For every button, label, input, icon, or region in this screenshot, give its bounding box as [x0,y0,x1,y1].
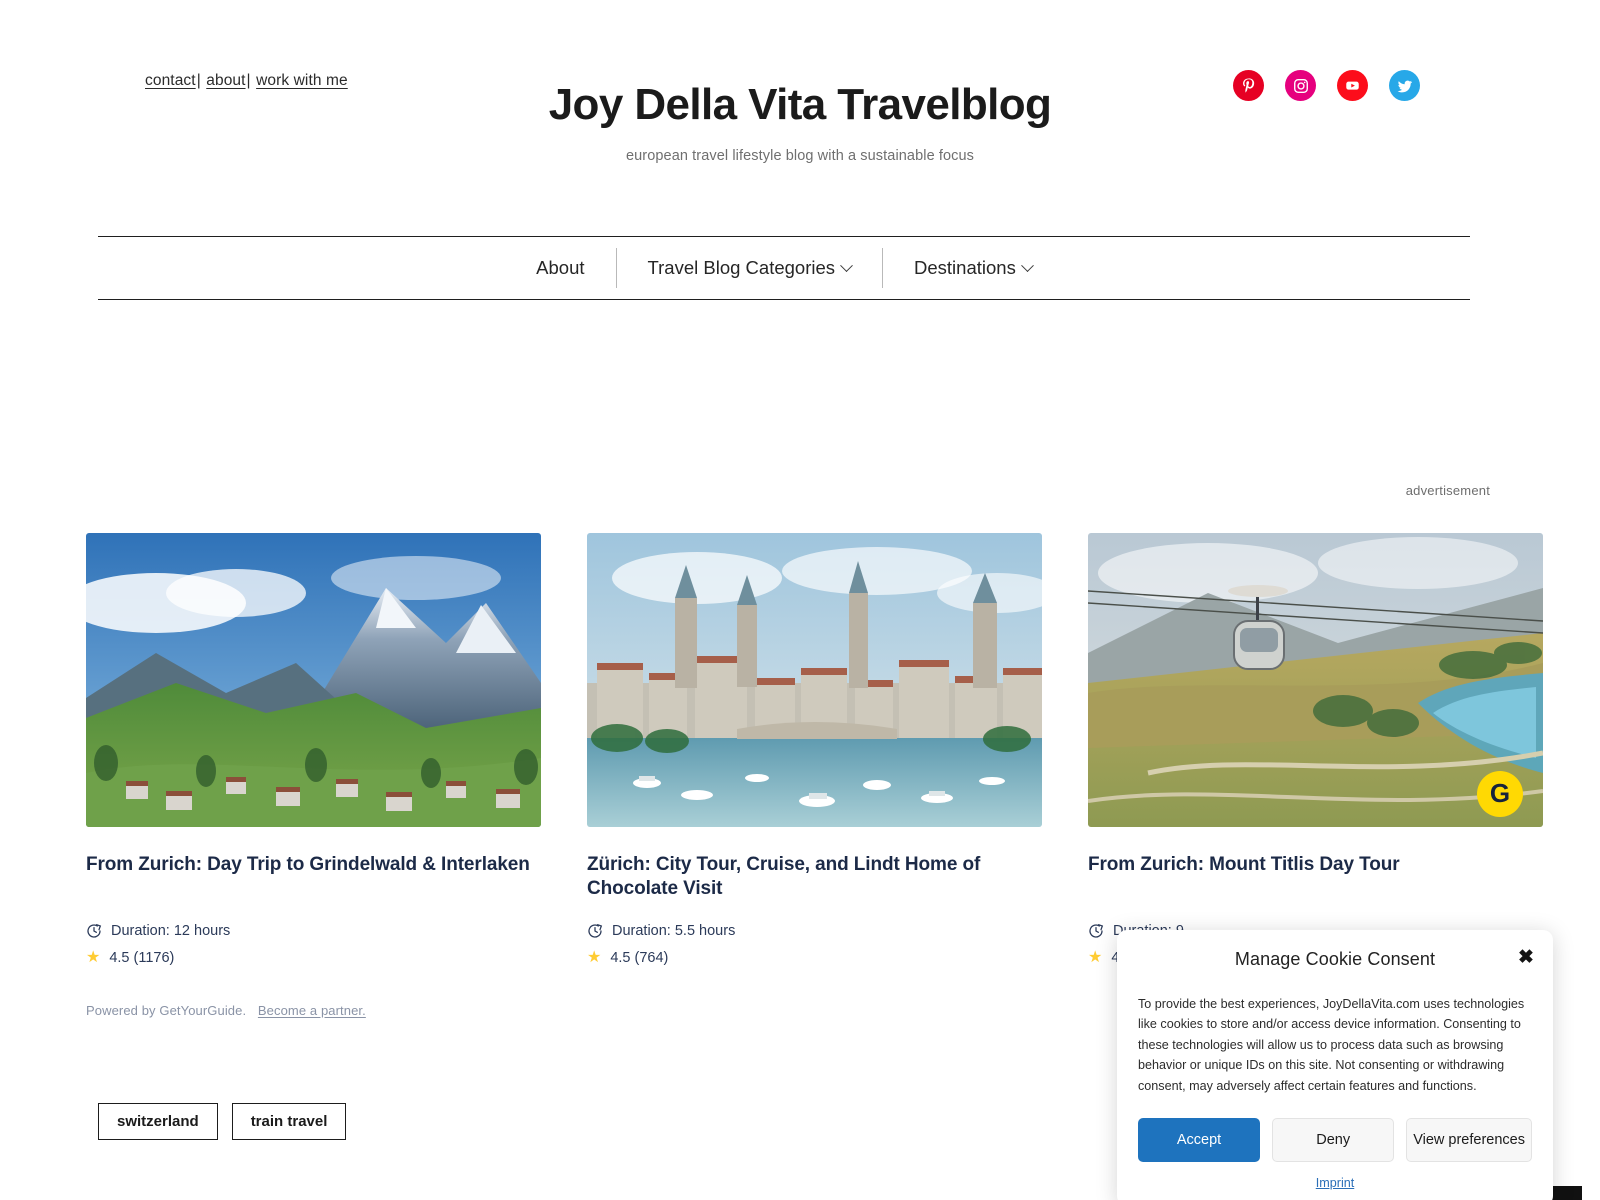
tour-rating-row: ★ 4.5 (764) [587,949,1042,967]
nav-item-travel-blog-categories-label: Travel Blog Categories [647,257,836,278]
tour-card[interactable]: G From Zurich: Mount Titlis Day Tour Dur… [1088,533,1543,966]
gyg-powered-by-label: Powered by GetYourGuide. [86,1003,247,1018]
pinterest-icon[interactable] [1233,70,1264,101]
close-icon[interactable]: ✖ [1518,948,1534,967]
gyg-attribution: Powered by GetYourGuide. Become a partne… [86,1003,366,1018]
imprint-link[interactable]: Imprint [1316,1176,1355,1190]
view-preferences-button[interactable]: View preferences [1406,1117,1532,1162]
tour-card-image[interactable]: G [1088,533,1543,827]
nav-item-destinations-label: Destinations [914,257,1016,278]
star-icon: ★ [86,949,101,966]
duration-icon [588,924,603,938]
tag-train-travel[interactable]: train travel [231,1103,347,1140]
cookie-consent-title: Manage Cookie Consent [1234,949,1436,969]
tour-rating-label: 4.5 (1176) [109,950,175,966]
chevron-down-icon [840,258,853,272]
nav-item-about[interactable]: About [505,257,615,279]
tour-card-image[interactable] [86,533,541,827]
tour-card-title[interactable]: From Zurich: Mount Titlis Day Tour [1088,853,1543,877]
getyourguide-widget: From Zurich: Day Trip to Grindelwald & I… [86,533,1543,1018]
deny-button[interactable]: Deny [1272,1117,1395,1162]
gyg-become-partner-link[interactable]: Become a partner. [258,1003,366,1018]
tour-duration-row: Duration: 12 hours [86,923,541,939]
tour-card[interactable]: Zürich: City Tour, Cruise, and Lindt Hom… [587,533,1042,966]
nav-item-travel-blog-categories[interactable]: Travel Blog Categories [617,257,882,279]
instagram-icon[interactable] [1285,70,1316,101]
tour-duration-row: Duration: 5.5 hours [587,923,1042,939]
tour-card-image[interactable] [587,533,1042,827]
youtube-icon[interactable] [1337,70,1368,101]
tour-card-title[interactable]: From Zurich: Day Trip to Grindelwald & I… [86,853,541,877]
cookie-consent-actions: Accept Deny View preferences [1138,1117,1532,1162]
tour-card-title[interactable]: Zürich: City Tour, Cruise, and Lindt Hom… [587,853,1042,902]
twitter-icon[interactable] [1389,70,1420,101]
duration-icon [1089,924,1104,938]
nav-item-destinations[interactable]: Destinations [883,257,1063,279]
tour-duration-label: Duration: 12 hours [111,923,231,939]
tour-card[interactable]: From Zurich: Day Trip to Grindelwald & I… [86,533,541,1018]
cookie-consent-body: To provide the best experiences, JoyDell… [1138,997,1525,1093]
star-icon: ★ [1088,949,1103,966]
duration-icon [87,924,102,938]
cookie-imprint-row: Imprint [1138,1174,1532,1192]
tour-rating-label: 4.5 (764) [610,950,669,966]
main-navigation: About Travel Blog Categories Destination… [98,236,1470,300]
tour-card-meta: Duration: 12 hours ★ 4.5 (1176) [86,923,541,977]
post-tags: switzerland train travel [98,1103,347,1140]
site-tagline: european travel lifestyle blog with a su… [625,148,975,164]
social-links [1233,70,1420,101]
cookie-consent-dialog: Manage Cookie Consent ✖ To provide the b… [1117,930,1553,1200]
getyourguide-badge-icon: G [1479,773,1521,815]
star-icon: ★ [587,949,602,966]
advertisement-label: advertisement [1405,483,1490,498]
tag-switzerland[interactable]: switzerland [98,1103,218,1140]
site-header: contact| about| work with me Joy Della V… [0,0,1600,225]
accept-button[interactable]: Accept [1138,1117,1261,1162]
chevron-down-icon [1020,258,1034,272]
cookie-consent-header: Manage Cookie Consent ✖ [1138,948,1534,974]
tour-card-meta: Duration: 5.5 hours ★ 4.5 (764) [587,923,1042,977]
tour-duration-label: Duration: 5.5 hours [612,923,736,939]
tour-rating-row: ★ 4.5 (1176) [86,949,541,967]
nav-item-about-label: About [536,257,585,278]
